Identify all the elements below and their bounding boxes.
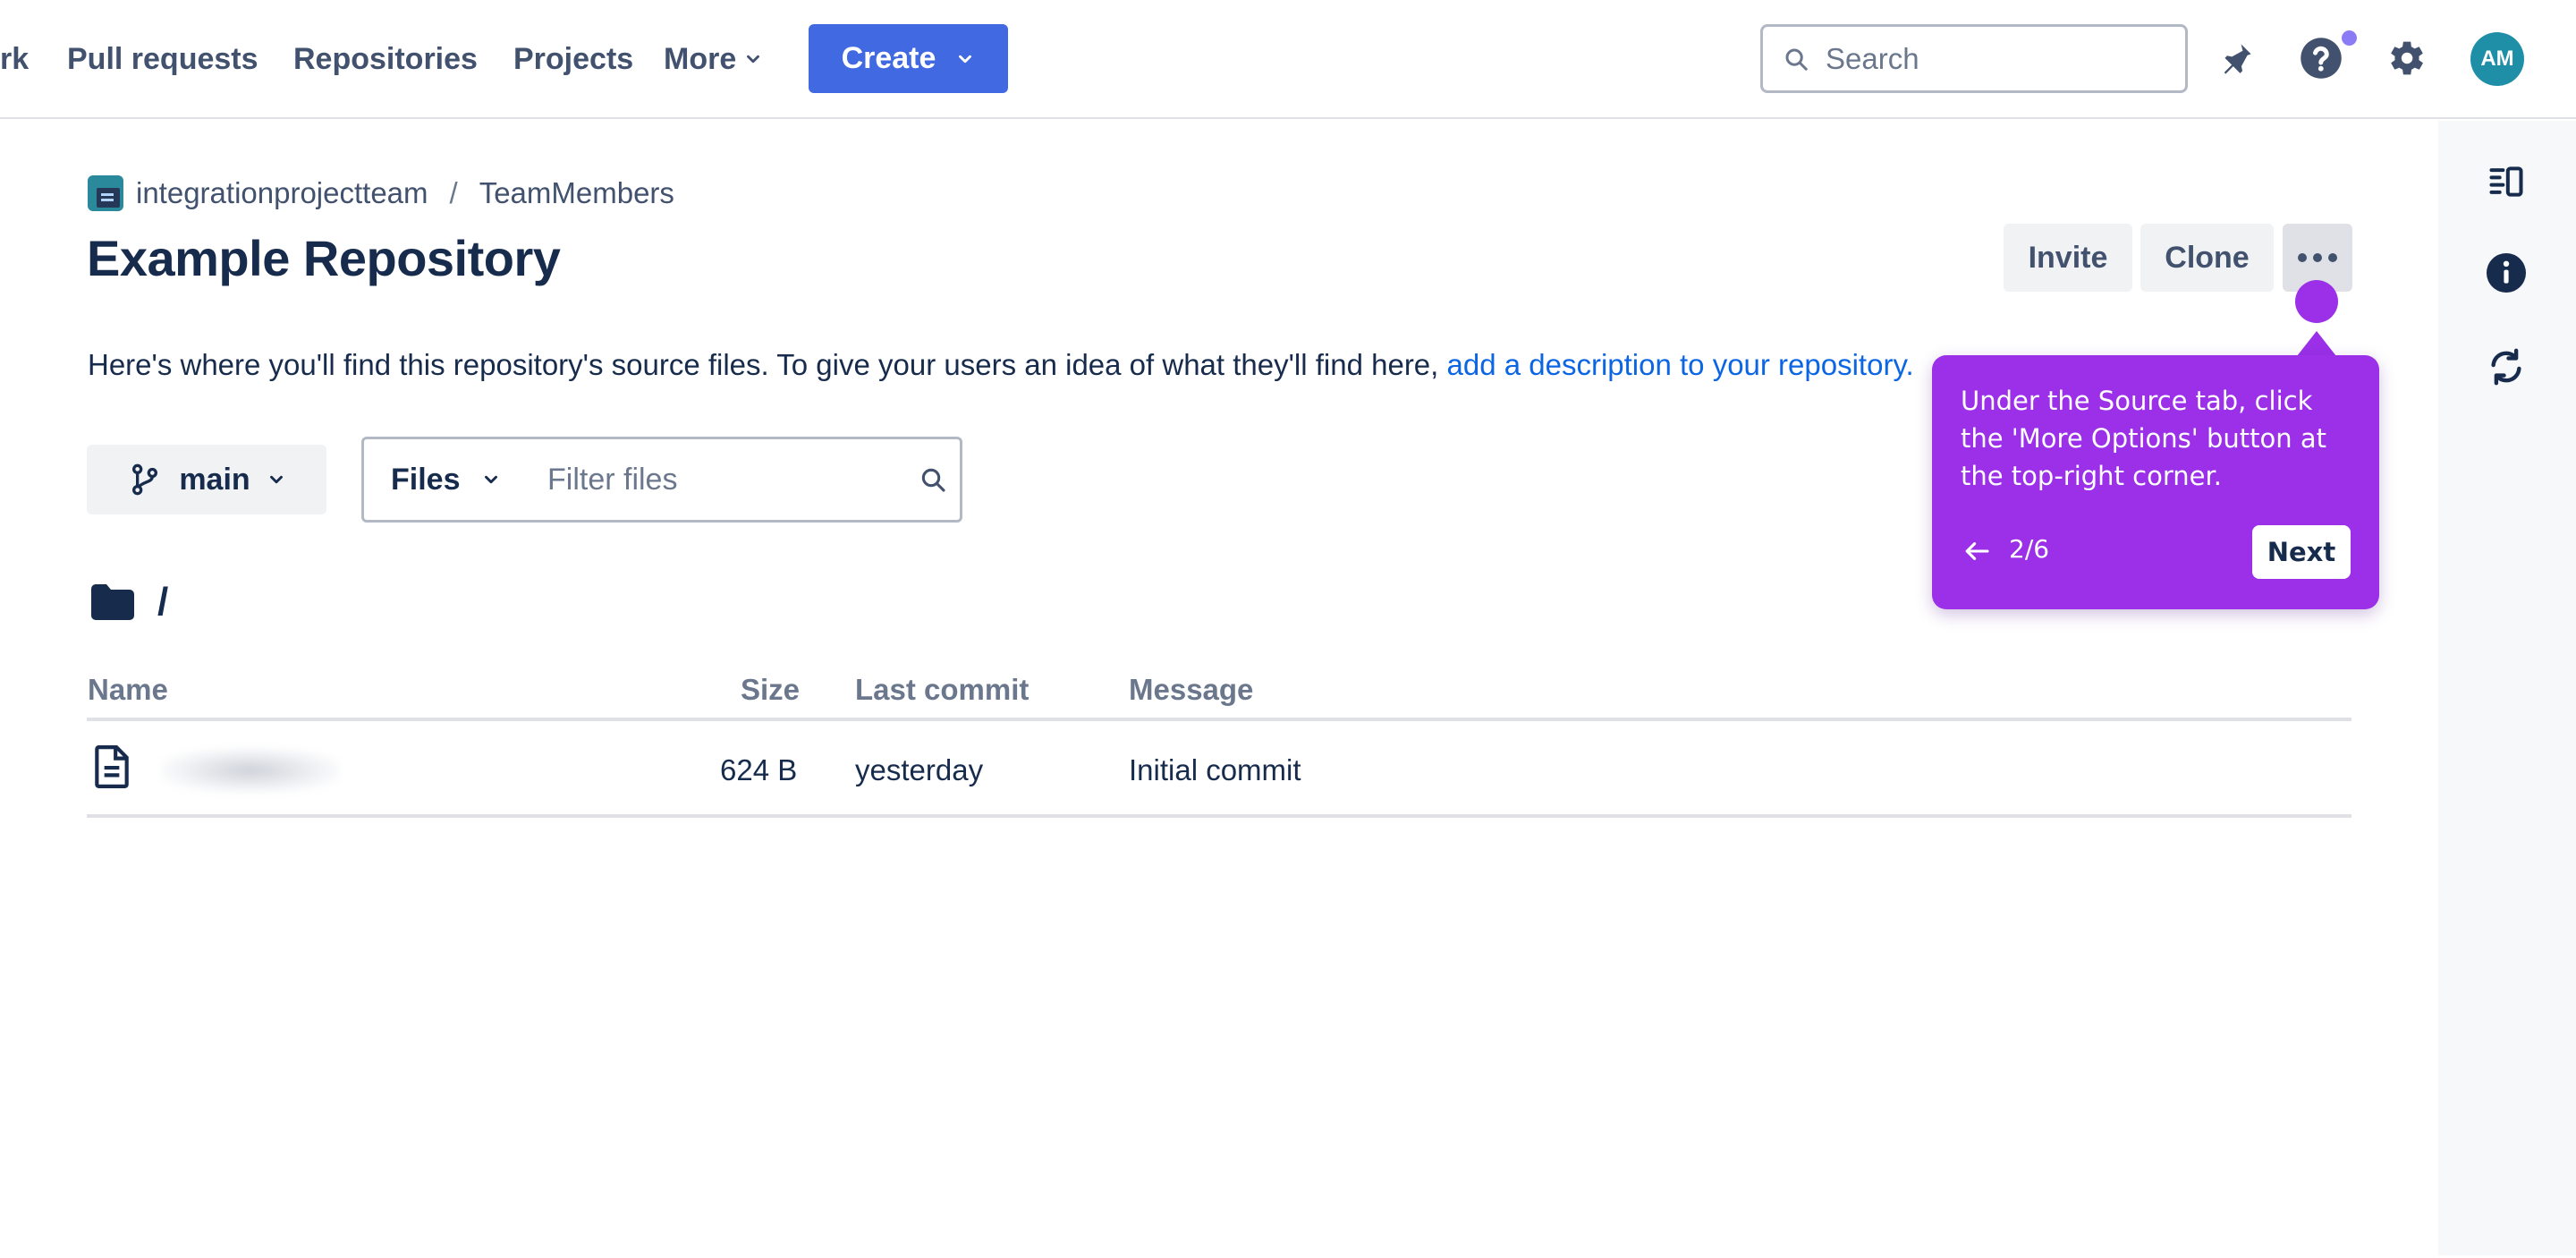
file-icon — [93, 744, 131, 794]
gear-icon[interactable] — [2381, 34, 2429, 82]
table-row-divider — [87, 814, 2351, 818]
column-header-last-commit[interactable]: Last commit — [855, 673, 1029, 707]
panel-layout-icon[interactable] — [2481, 157, 2531, 207]
branch-icon — [132, 463, 158, 496]
invite-button[interactable]: Invite — [2004, 224, 2132, 292]
filter-files-input[interactable]: Filter files — [547, 463, 906, 497]
filter-type-label: Files — [391, 462, 461, 497]
page-title: Example Repository — [87, 230, 561, 286]
chevron-down-icon — [959, 55, 972, 63]
help-notification-dot — [2342, 30, 2357, 46]
search-placeholder: Search — [1826, 41, 1919, 75]
breadcrumb-workspace[interactable]: integrationprojectteam — [136, 176, 428, 210]
nav-item-pull-requests[interactable]: Pull requests — [67, 39, 258, 79]
folder-icon — [91, 584, 134, 620]
search-icon[interactable] — [906, 465, 960, 494]
chevron-down-icon — [269, 475, 283, 484]
file-filter: Files Filter files — [361, 437, 962, 523]
chevron-down-icon — [747, 55, 760, 64]
create-button[interactable]: Create — [809, 24, 1008, 93]
arrow-left-icon[interactable] — [1959, 537, 1995, 565]
file-commit-message[interactable]: Initial commit — [1129, 753, 1301, 787]
create-button-label: Create — [841, 41, 936, 75]
tooltip-step-counter: 2/6 — [2009, 534, 2050, 564]
tooltip-arrow — [2297, 331, 2336, 356]
nav-more-label: More — [664, 42, 737, 76]
clone-button[interactable]: Clone — [2140, 224, 2274, 292]
sync-icon[interactable] — [2481, 342, 2531, 392]
branch-selector[interactable]: main — [87, 445, 326, 514]
add-description-link[interactable]: add a description to your repository. — [1447, 348, 1914, 381]
avatar[interactable]: AM — [2470, 32, 2524, 86]
more-dot-icon — [2313, 253, 2322, 262]
table-header-divider — [87, 718, 2351, 721]
file-last-commit: yesterday — [855, 753, 984, 786]
column-header-size[interactable]: Size — [741, 673, 800, 707]
repo-description: Here's where you'll find this repository… — [88, 345, 1975, 385]
nav-item-repositories[interactable]: Repositories — [293, 39, 478, 79]
folder-path: / — [89, 580, 168, 625]
more-dot-icon — [2298, 253, 2307, 262]
tooltip-text: Under the Source tab, click the 'More Op… — [1961, 386, 2326, 491]
search-input[interactable]: Search — [1760, 24, 2188, 93]
nav-item-work[interactable]: rk — [0, 39, 29, 79]
tour-beacon — [2295, 280, 2338, 323]
file-name-blurred[interactable] — [161, 748, 340, 793]
right-sidebar — [2438, 121, 2576, 1255]
breadcrumb-project[interactable]: TeamMembers — [479, 176, 674, 210]
chevron-down-icon — [485, 475, 498, 484]
column-header-name[interactable]: Name — [88, 673, 168, 707]
help-icon[interactable] — [2297, 34, 2345, 82]
tour-tooltip: Under the Source tab, click the 'More Op… — [1932, 355, 2379, 609]
search-icon — [1785, 48, 1808, 71]
filter-type-select[interactable]: Files — [364, 463, 547, 497]
info-icon[interactable] — [2481, 248, 2531, 298]
path-root[interactable]: / — [157, 580, 168, 625]
breadcrumb-separator: / — [449, 176, 458, 209]
description-text: Here's where you'll find this repository… — [88, 348, 1447, 381]
branch-label: main — [179, 462, 250, 497]
workspace-logo-icon — [88, 175, 123, 211]
column-header-message[interactable]: Message — [1129, 673, 1253, 707]
nav-item-projects[interactable]: Projects — [513, 39, 633, 79]
notifications-icon[interactable] — [2213, 34, 2261, 82]
breadcrumb: integrationprojectteam / TeamMembers — [88, 175, 674, 211]
more-dot-icon — [2328, 253, 2337, 262]
tooltip-next-button[interactable]: Next — [2252, 525, 2351, 579]
nav-more-menu[interactable]: More — [664, 39, 763, 79]
top-navigation: rk Pull requests Repositories Projects M… — [0, 0, 2576, 119]
file-size: 624 B — [720, 753, 798, 786]
